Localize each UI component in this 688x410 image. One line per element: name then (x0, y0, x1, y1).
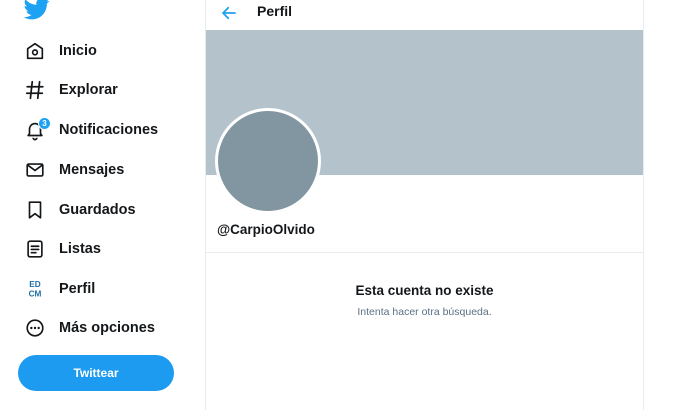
notification-badge: 3 (38, 117, 51, 130)
sidebar-item-mas-opciones[interactable]: Más opciones (22, 313, 155, 343)
page-title: Perfil (257, 3, 293, 19)
sidebar-item-perfil[interactable]: ED CM Perfil (22, 274, 96, 304)
empty-state-title: Esta cuenta no existe (355, 283, 494, 298)
sidebar-item-label: Guardados (59, 202, 136, 218)
svg-text:ED: ED (29, 280, 41, 289)
svg-text:CM: CM (29, 289, 42, 298)
hashtag-icon (22, 77, 48, 103)
divider (206, 252, 643, 253)
sidebar-item-label: Inicio (59, 43, 97, 59)
sidebar-item-notificaciones[interactable]: 3 Notificaciones (22, 115, 158, 145)
sidebar-item-label: Notificaciones (59, 122, 159, 138)
list-icon (22, 236, 48, 262)
sidebar-item-guardados[interactable]: Guardados (22, 195, 136, 225)
home-icon (22, 38, 48, 64)
sidebar-item-label: Explorar (59, 82, 118, 98)
sidebar-item-listas[interactable]: Listas (22, 234, 101, 264)
empty-state-subtitle: Intenta hacer otra búsqueda. (357, 306, 492, 318)
sidebar-item-inicio[interactable]: Inicio (22, 36, 97, 66)
sidebar: Inicio Explorar 3 Notificaciones Mensaje… (0, 0, 205, 410)
arrow-left-icon[interactable] (220, 4, 238, 22)
profile-avatar-icon: ED CM (22, 276, 48, 302)
profile-column: Perfil @CarpioOlvido Esta cuenta no exis… (205, 0, 644, 410)
envelope-icon (22, 157, 48, 183)
profile-header: Perfil (206, 0, 643, 29)
sidebar-item-label: Más opciones (59, 320, 155, 336)
sidebar-item-label: Listas (59, 241, 101, 257)
sidebar-item-explorar[interactable]: Explorar (22, 75, 118, 105)
twitter-bird-icon[interactable] (23, 0, 50, 20)
profile-handle: @CarpioOlvido (217, 222, 315, 237)
sidebar-item-label: Perfil (59, 281, 96, 297)
profile-avatar[interactable] (215, 108, 321, 214)
bell-icon: 3 (22, 117, 51, 143)
sidebar-item-mensajes[interactable]: Mensajes (22, 155, 124, 185)
bookmark-icon (22, 197, 48, 223)
tweet-button[interactable]: Twittear (18, 355, 174, 391)
more-options-icon (22, 315, 48, 341)
sidebar-item-label: Mensajes (59, 162, 125, 178)
